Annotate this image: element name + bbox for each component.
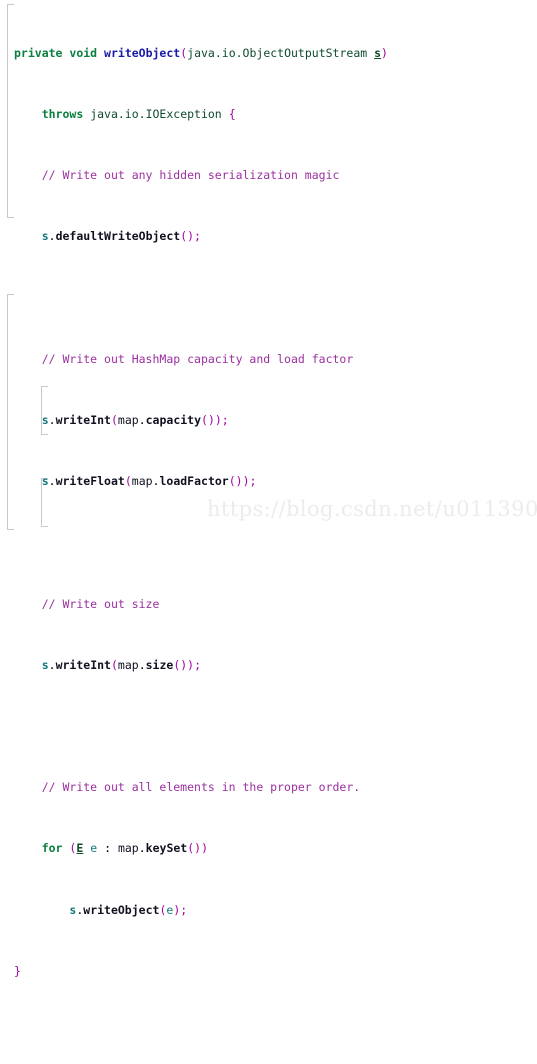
method-call-loadfactor: loadFactor: [159, 474, 229, 489]
paren-open: (: [110, 657, 118, 672]
method-call-writefloat: writeFloat: [55, 474, 125, 489]
comment: // Write out size: [41, 596, 160, 611]
variable-map: map: [117, 413, 139, 428]
variable-map: map: [131, 474, 153, 489]
keyword-void: void: [69, 45, 98, 60]
code-line: }: [0, 964, 537, 979]
argument-e: e: [166, 902, 174, 917]
dot-operator: .: [138, 657, 146, 672]
dot-operator: .: [76, 902, 84, 917]
keyword-for: for: [41, 841, 63, 856]
method-call-writeint: writeInt: [55, 413, 111, 428]
method-call-writeobject: writeObject: [83, 902, 160, 917]
keyword-private: private: [14, 45, 63, 60]
dot-operator: .: [48, 413, 56, 428]
method-call-capacity: capacity: [145, 413, 202, 428]
code-line: throws java.io.IOException {: [0, 107, 537, 122]
dot-operator: .: [138, 841, 146, 856]
paren-open: (: [110, 413, 118, 428]
type-objectoutputstream: java.io.ObjectOutputStream: [187, 45, 368, 60]
method-call-keyset: keySet: [145, 841, 188, 856]
variable-s: s: [41, 657, 49, 672]
comment: // Write out any hidden serialization ma…: [41, 168, 340, 183]
code-line: s.writeInt(map.capacity());: [0, 413, 537, 428]
code-line: s.defaultWriteObject();: [0, 229, 537, 244]
code-line: // Write out any hidden serialization ma…: [0, 168, 537, 183]
code-line: private void writeObject(java.io.ObjectO…: [0, 46, 537, 61]
variable-s: s: [41, 229, 49, 244]
code-content[interactable]: private void writeObject(java.io.ObjectO…: [0, 0, 537, 978]
keyword-throws: throws: [41, 107, 84, 122]
variable-map: map: [117, 657, 139, 672]
call-close: );: [173, 902, 188, 917]
colon-operator: :: [97, 841, 118, 856]
paren-open: (: [159, 902, 167, 917]
method-call-defaultwriteobject: defaultWriteObject: [55, 229, 181, 244]
brace-open: {: [228, 107, 236, 122]
paren-open: (: [124, 474, 132, 489]
code-line: s.writeInt(map.size());: [0, 658, 537, 673]
call-close: ());: [228, 474, 257, 489]
call-close: ());: [201, 413, 229, 428]
variable-s: s: [41, 474, 49, 489]
call-close: ()): [187, 841, 208, 856]
code-editor[interactable]: private void writeObject(java.io.ObjectO…: [0, 0, 537, 978]
call-close: ());: [173, 657, 202, 672]
paren-close: ): [381, 45, 388, 60]
dot-operator: .: [138, 413, 146, 428]
variable-map: map: [117, 841, 139, 856]
call-parens: ();: [180, 229, 201, 244]
variable-e: e: [90, 841, 98, 856]
type-parameter-e: E: [76, 841, 84, 856]
method-name-writeobject: writeObject: [104, 45, 181, 60]
dot-operator: .: [48, 229, 56, 244]
code-line: s.writeFloat(map.loadFactor());: [0, 474, 537, 489]
method-call-size: size: [145, 657, 174, 672]
code-line: // Write out size: [0, 597, 537, 612]
code-line: for (E e : map.keySet()): [0, 841, 537, 856]
dot-operator: .: [48, 657, 56, 672]
variable-s: s: [69, 902, 77, 917]
comment: // Write out HashMap capacity and load f…: [41, 351, 354, 366]
comment: // Write out all elements in the proper …: [41, 780, 361, 795]
code-line: s.writeObject(e);: [0, 903, 537, 918]
type-ioexception: java.io.IOException: [90, 107, 222, 122]
method-call-writeint: writeInt: [55, 657, 111, 672]
dot-operator: .: [48, 474, 56, 489]
code-line: // Write out HashMap capacity and load f…: [0, 352, 537, 367]
paren-open: (: [69, 841, 77, 856]
parameter-s: s: [374, 45, 382, 60]
variable-s: s: [41, 413, 49, 428]
code-line: // Write out all elements in the proper …: [0, 780, 537, 795]
brace-close: }: [14, 963, 21, 978]
